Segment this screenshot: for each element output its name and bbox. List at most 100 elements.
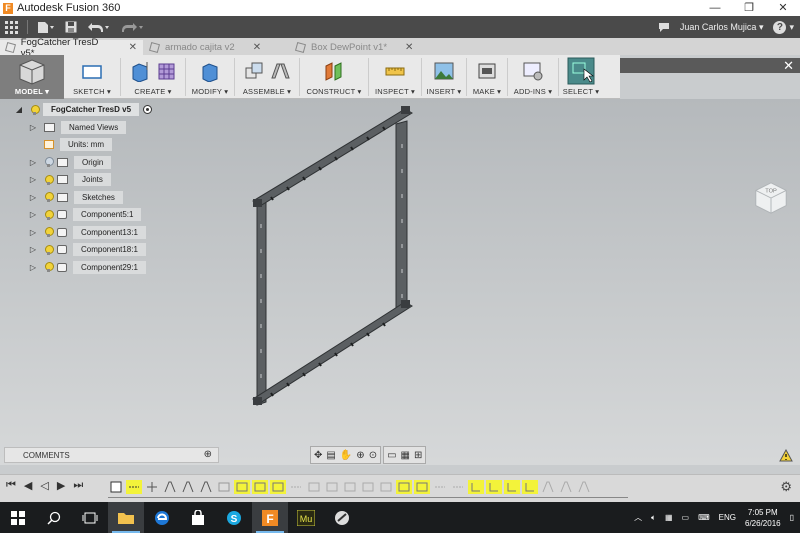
timeline-feature[interactable] (450, 480, 466, 494)
timeline-feature[interactable] (144, 480, 160, 494)
activate-component-icon[interactable] (143, 105, 153, 115)
start-button[interactable] (0, 502, 36, 533)
timeline-feature[interactable] (522, 480, 538, 494)
viewcube[interactable]: TOP (752, 179, 790, 217)
taskbar-fusion360[interactable]: F (252, 502, 288, 533)
data-panel-button[interactable] (0, 16, 23, 38)
browser-item-sketches[interactable]: ▷ Sketches (14, 189, 184, 207)
browser-root[interactable]: ◢ FogCatcher TresD v5 (14, 101, 184, 119)
visibility-bulb-icon[interactable] (44, 227, 54, 238)
insert-group[interactable]: INSERT ▾ (422, 55, 466, 99)
go-to-end-icon[interactable]: ⏭ (73, 479, 83, 492)
browser-item-component5[interactable]: ▷ Component5:1 (14, 206, 184, 224)
timeline-feature[interactable] (234, 480, 250, 494)
timeline-feature[interactable] (468, 480, 484, 494)
save-button[interactable] (60, 16, 82, 38)
timeline-feature[interactable] (180, 480, 196, 494)
expand-triangle-icon[interactable]: ▷ (28, 175, 38, 185)
browser-item-component29[interactable]: ▷ Component29:1 (14, 259, 184, 277)
grid-settings-icon[interactable]: ▦ (401, 450, 410, 461)
orbit-icon[interactable]: ✥ (314, 450, 322, 461)
viewports-icon[interactable]: ⊞ (414, 450, 422, 461)
inspect-group[interactable]: INSPECT ▾ (369, 55, 421, 99)
close-tab-icon[interactable]: ✕ (253, 42, 261, 53)
keyboard-icon[interactable]: ⌨︎ (698, 513, 710, 522)
timeline-feature[interactable] (198, 480, 214, 494)
assemble-group[interactable]: ASSEMBLE ▾ (235, 55, 299, 99)
close-toolbar-icon[interactable]: ✕ (783, 58, 794, 73)
go-to-start-icon[interactable]: ⏮ (6, 479, 16, 492)
timeline-feature[interactable] (504, 480, 520, 494)
timeline-feature[interactable] (414, 480, 430, 494)
timeline-feature[interactable] (252, 480, 268, 494)
task-view-button[interactable] (72, 502, 108, 533)
zoom-icon[interactable]: ⊙ (369, 450, 377, 461)
tab-fogcatcher[interactable]: FogCatcher TresD v5* ✕ (0, 37, 143, 59)
expand-triangle-icon[interactable]: ▷ (28, 210, 38, 220)
timeline-feature[interactable] (558, 480, 574, 494)
visibility-bulb-icon[interactable] (44, 262, 54, 273)
taskbar-skype[interactable]: S (216, 502, 252, 533)
timeline-feature[interactable] (378, 480, 394, 494)
visibility-bulb-icon[interactable] (44, 244, 54, 255)
tab-armado-cajita[interactable]: armado cajita v2 ✕ (144, 40, 289, 55)
expand-triangle-icon[interactable]: ▷ (28, 192, 38, 202)
visibility-bulb-icon[interactable] (44, 157, 54, 168)
play-icon[interactable]: ▶ (57, 479, 65, 492)
undo-button[interactable] (82, 16, 116, 38)
step-back-small-icon[interactable]: ◁ (40, 479, 48, 492)
display-settings-icon[interactable]: ▭ (387, 450, 396, 461)
select-group[interactable]: SELECT ▾ (559, 55, 603, 99)
minimize-button[interactable]: — (698, 0, 732, 16)
timeline-feature[interactable] (306, 480, 322, 494)
workspace-switcher[interactable]: MODEL ▾ (0, 55, 64, 99)
timeline-feature[interactable] (540, 480, 556, 494)
browser-item-component13[interactable]: ▷ Component13:1 (14, 224, 184, 242)
expand-triangle-icon[interactable]: ▷ (28, 157, 38, 167)
maximize-button[interactable]: ❐ (732, 0, 766, 16)
expand-triangle-icon[interactable]: ▷ (28, 227, 38, 237)
construct-group[interactable]: CONSTRUCT ▾ (300, 55, 368, 99)
step-back-icon[interactable]: ◀︎ (24, 479, 32, 492)
expand-triangle-icon[interactable]: ▷ (28, 262, 38, 272)
timeline-track[interactable] (108, 497, 628, 498)
timeline-feature[interactable] (126, 480, 142, 494)
taskbar-edge[interactable] (144, 502, 180, 533)
timeline-feature[interactable] (396, 480, 412, 494)
close-tab-icon[interactable]: ✕ (129, 42, 137, 53)
pan-icon[interactable]: ✋ (340, 450, 352, 461)
search-button[interactable] (36, 502, 72, 533)
timeline-feature[interactable] (162, 480, 178, 494)
timeline-feature[interactable] (324, 480, 340, 494)
browser-item-component18[interactable]: ▷ Component18:1 (14, 241, 184, 259)
help-button[interactable]: ? ▾ (773, 20, 794, 34)
expand-triangle-icon[interactable]: ▷ (28, 122, 38, 132)
zoom-window-icon[interactable]: ⊕ (356, 450, 364, 461)
user-menu[interactable]: Juan Carlos Mujica ▾ (680, 22, 764, 33)
notification-icon[interactable] (658, 22, 670, 33)
taskbar-muse[interactable]: Mu (288, 502, 324, 533)
expand-triangle-icon[interactable]: ▷ (28, 245, 38, 255)
create-group[interactable]: CREATE ▾ (121, 55, 185, 99)
modify-group[interactable]: MODIFY ▾ (186, 55, 234, 99)
timeline-feature[interactable] (342, 480, 358, 494)
close-tab-icon[interactable]: ✕ (405, 42, 413, 53)
show-hidden-icons-icon[interactable]: ︿ (634, 512, 642, 523)
visibility-bulb-icon[interactable] (30, 104, 40, 115)
warning-icon[interactable] (779, 449, 793, 462)
network-icon[interactable]: ▦ (665, 513, 673, 522)
timeline-settings-gear-icon[interactable]: ⚙ (780, 479, 792, 495)
comments-panel[interactable]: COMMENTS ⊕ (4, 447, 219, 463)
visibility-bulb-icon[interactable] (44, 192, 54, 203)
collapse-triangle-icon[interactable]: ◢ (14, 105, 24, 115)
taskbar-file-explorer[interactable] (108, 502, 144, 533)
visibility-bulb-icon[interactable] (44, 174, 54, 185)
timeline-feature[interactable] (486, 480, 502, 494)
timeline-feature[interactable] (360, 480, 376, 494)
browser-item-units[interactable]: Units: mm (14, 136, 184, 154)
volume-icon[interactable]: 🔈︎ (651, 513, 656, 523)
timeline-feature[interactable] (432, 480, 448, 494)
tab-box-dewpoint[interactable]: Box DewPoint v1* ✕ (290, 40, 435, 55)
timeline-feature[interactable] (216, 480, 232, 494)
browser-item-named-views[interactable]: ▷ Named Views (14, 119, 184, 137)
